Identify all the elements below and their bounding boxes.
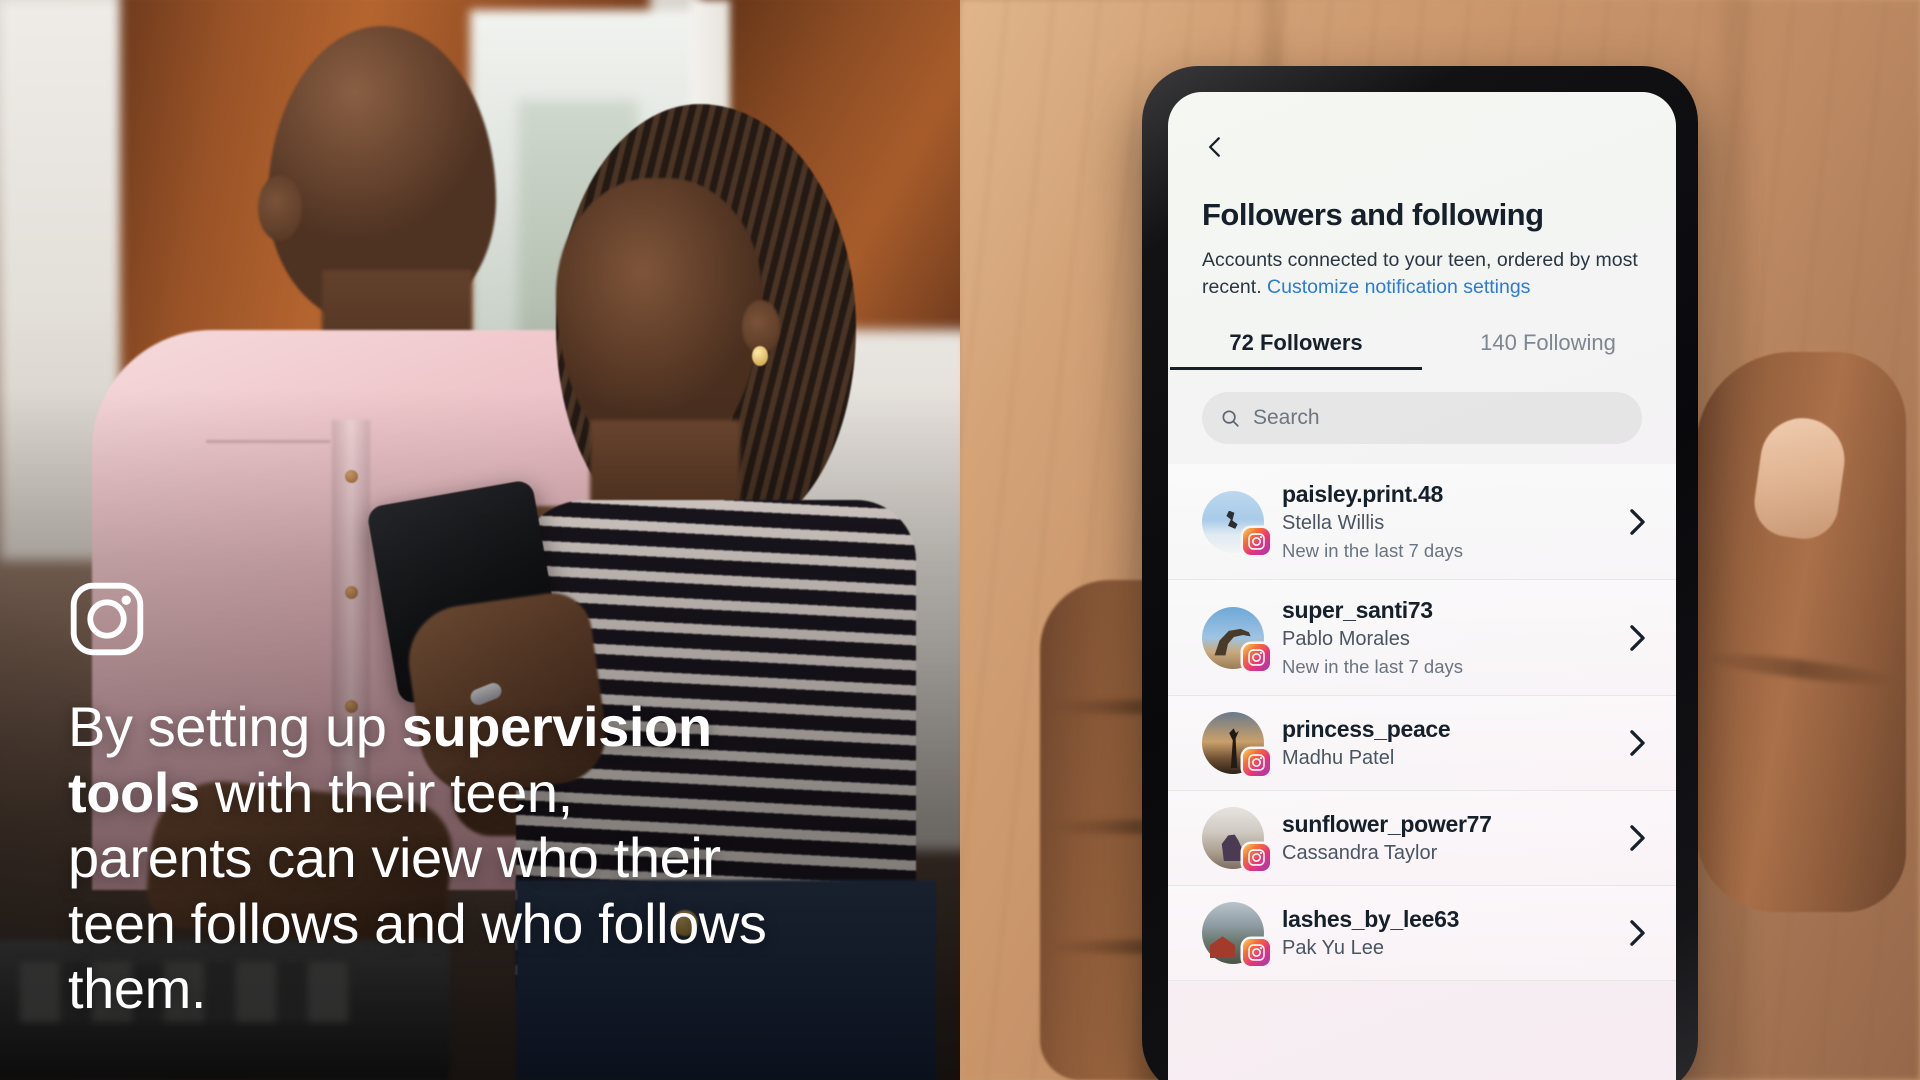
account-username: sunflower_power77 [1282,811,1492,838]
screen-header-area: Followers and following Accounts connect… [1168,92,1676,300]
avatar [1202,902,1270,967]
page-subtitle: Accounts connected to your teen, ordered… [1202,247,1642,300]
instagram-badge-icon [1243,527,1270,555]
account-username: lashes_by_lee63 [1282,906,1460,933]
account-username: super_santi73 [1282,597,1433,624]
account-fullname: Pak Yu Lee [1282,937,1384,960]
chevron-right-icon [1630,920,1645,947]
account-fullname: Madhu Patel [1282,747,1395,770]
search-icon [1222,410,1239,427]
left-panel-content: By setting up supervision tools with the… [68,580,900,1022]
promo-split-layout: By setting up supervision tools with the… [0,0,1920,1080]
account-fullname: Stella Willis [1282,512,1385,535]
avatar [1202,490,1270,555]
customize-notification-settings-link[interactable]: Customize notification settings [1267,276,1530,298]
search-input[interactable] [1253,406,1624,431]
followers-following-tabs: 72 Followers 140 Following [1168,330,1676,371]
instagram-badge-icon [1243,844,1270,872]
search-area [1168,392,1676,445]
list-item-text: princess_peace Madhu Patel [1282,715,1611,771]
list-item[interactable]: paisley.print.48 Stella Willis New in th… [1168,464,1676,581]
left-photo-panel: By setting up supervision tools with the… [0,0,960,1080]
list-item[interactable]: super_santi73 Pablo Morales New in the l… [1168,580,1676,697]
headline-part-1: By setting up [68,695,402,759]
account-username: princess_peace [1282,716,1451,743]
avatar [1202,807,1270,872]
chevron-right-icon [1630,730,1645,757]
account-fullname: Cassandra Taylor [1282,842,1438,865]
instagram-badge-icon [1243,643,1270,671]
accounts-list: paisley.print.48 Stella Willis New in th… [1168,464,1676,982]
avatar [1202,712,1270,777]
instagram-badge-icon [1243,749,1270,777]
smartphone-device: Followers and following Accounts connect… [1142,66,1698,1080]
list-item-text: sunflower_power77 Cassandra Taylor [1282,810,1611,866]
back-chevron-icon [1208,137,1220,157]
back-button[interactable] [1202,122,1642,172]
search-bar[interactable] [1202,392,1642,445]
list-item[interactable]: lashes_by_lee63 Pak Yu Lee [1168,886,1676,982]
list-item-text: lashes_by_lee63 Pak Yu Lee [1282,905,1611,961]
avatar [1202,606,1270,671]
account-fullname: Pablo Morales [1282,628,1410,651]
page-title: Followers and following [1202,197,1544,232]
headline-text: By setting up supervision tools with the… [68,694,768,1022]
chevron-right-icon [1630,825,1645,852]
list-item-text: super_santi73 Pablo Morales New in the l… [1282,596,1611,679]
phone-screen: Followers and following Accounts connect… [1168,92,1676,1080]
instagram-logo-icon [70,583,144,656]
list-item[interactable]: princess_peace Madhu Patel [1168,696,1676,792]
chevron-right-icon [1630,624,1645,651]
account-username: paisley.print.48 [1282,481,1443,508]
list-item-text: paisley.print.48 Stella Willis New in th… [1282,480,1611,563]
instagram-badge-icon [1243,939,1270,967]
tab-followers[interactable]: 72 Followers [1170,330,1422,371]
account-meta: New in the last 7 days [1282,540,1463,562]
chevron-right-icon [1630,508,1645,535]
account-meta: New in the last 7 days [1282,656,1463,678]
list-item[interactable]: sunflower_power77 Cassandra Taylor [1168,791,1676,887]
tab-following[interactable]: 140 Following [1422,330,1674,370]
